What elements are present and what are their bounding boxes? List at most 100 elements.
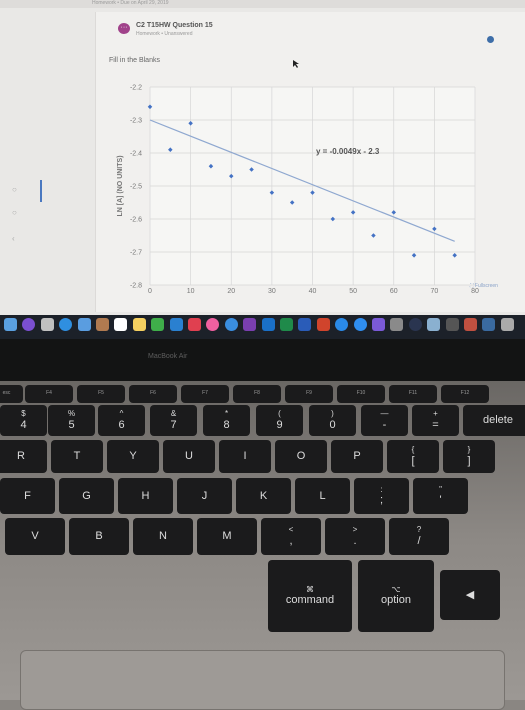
key-9[interactable]: (9 bbox=[256, 405, 303, 436]
calendar-icon[interactable] bbox=[114, 318, 128, 331]
mail-icon[interactable] bbox=[77, 318, 91, 331]
key-y[interactable]: Y bbox=[107, 440, 159, 473]
key-left-arrow[interactable]: ◀ bbox=[440, 570, 500, 620]
trash-icon[interactable] bbox=[500, 318, 514, 331]
key-f12[interactable]: F12 bbox=[441, 385, 489, 403]
contacts-icon[interactable] bbox=[96, 318, 109, 331]
key-6[interactable]: ^ 6 bbox=[98, 405, 145, 436]
key-label: F9 bbox=[306, 390, 312, 397]
numbers-icon[interactable] bbox=[151, 318, 165, 331]
key-label: P bbox=[353, 450, 361, 463]
key-f4[interactable]: F4 bbox=[25, 385, 73, 403]
key-label: G bbox=[82, 489, 91, 502]
trackpad[interactable] bbox=[20, 650, 505, 710]
key-f7[interactable]: F7 bbox=[181, 385, 229, 403]
key-5[interactable]: % 5 bbox=[48, 405, 95, 436]
x-tick-label: 30 bbox=[268, 288, 276, 295]
itunes-icon[interactable] bbox=[206, 318, 220, 331]
key-label: J bbox=[201, 489, 208, 502]
key-f8[interactable]: F8 bbox=[233, 385, 281, 403]
key-label: F5 bbox=[98, 390, 104, 397]
key-4[interactable]: $4 bbox=[0, 405, 47, 436]
key-;[interactable]: :; bbox=[354, 478, 409, 514]
key-t[interactable]: T bbox=[51, 440, 103, 473]
window-icon[interactable] bbox=[464, 318, 477, 331]
key-f11[interactable]: F11 bbox=[389, 385, 437, 403]
key-/[interactable]: ? / bbox=[389, 518, 449, 555]
word-icon[interactable] bbox=[298, 318, 312, 331]
key-f5[interactable]: F5 bbox=[77, 385, 125, 403]
preview-icon[interactable] bbox=[427, 318, 441, 331]
key-label: - bbox=[382, 418, 387, 431]
key-label: [ bbox=[411, 454, 415, 467]
key-l[interactable]: L bbox=[295, 478, 350, 514]
system-preferences-icon[interactable] bbox=[390, 318, 404, 331]
onedrive-icon[interactable] bbox=[224, 318, 238, 331]
launchpad-icon[interactable] bbox=[40, 318, 54, 331]
excel-icon[interactable] bbox=[280, 318, 293, 331]
key-i[interactable]: I bbox=[219, 440, 271, 473]
key-command[interactable]: ⌘ command bbox=[268, 560, 352, 632]
key-7[interactable]: & 7 bbox=[150, 405, 197, 436]
siri-icon[interactable] bbox=[22, 318, 36, 331]
key-0[interactable]: ) 0 bbox=[309, 405, 356, 436]
y-tick-label: -2.3 bbox=[130, 118, 142, 125]
key-g[interactable]: G bbox=[59, 478, 114, 514]
key-k[interactable]: K bbox=[236, 478, 291, 514]
key-label: ( bbox=[278, 409, 281, 419]
window-icon[interactable] bbox=[482, 318, 496, 331]
key-f10[interactable]: F10 bbox=[337, 385, 385, 403]
key-label: 7 bbox=[170, 418, 177, 431]
key-b[interactable]: B bbox=[69, 518, 129, 555]
key-esc[interactable]: esc bbox=[0, 385, 23, 403]
key-.[interactable]: >. bbox=[325, 518, 385, 555]
x-tick-label: 70 bbox=[430, 288, 438, 295]
y-tick-label: -2.6 bbox=[130, 217, 142, 224]
quicktime-icon[interactable] bbox=[408, 318, 422, 331]
window-icon[interactable] bbox=[445, 318, 459, 331]
key-[[interactable]: {[ bbox=[387, 440, 439, 473]
key-label: — bbox=[380, 409, 389, 419]
key-u[interactable]: U bbox=[163, 440, 215, 473]
key-f6[interactable]: F6 bbox=[129, 385, 177, 403]
keynote-icon[interactable] bbox=[169, 318, 183, 331]
news-icon[interactable] bbox=[188, 318, 201, 331]
x-tick-label: 0 bbox=[148, 288, 152, 295]
key-r[interactable]: R bbox=[0, 440, 47, 473]
key-][interactable]: }] bbox=[443, 440, 495, 473]
key-n[interactable]: N bbox=[133, 518, 193, 555]
onenote-icon[interactable] bbox=[243, 318, 257, 331]
key-f[interactable]: F bbox=[0, 478, 55, 514]
key-8[interactable]: * 8 bbox=[203, 405, 250, 436]
finder-icon[interactable] bbox=[4, 318, 17, 331]
key-o[interactable]: O bbox=[275, 440, 327, 473]
notes-icon[interactable] bbox=[132, 318, 146, 331]
key-p[interactable]: P bbox=[331, 440, 383, 473]
fullscreen-button[interactable]: ⛶ Fullscreen bbox=[470, 283, 498, 289]
key-,[interactable]: <, bbox=[261, 518, 321, 555]
key-=[interactable]: + = bbox=[412, 405, 459, 436]
key-f9[interactable]: F9 bbox=[285, 385, 333, 403]
key-m[interactable]: M bbox=[197, 518, 257, 555]
key-label: F11 bbox=[408, 390, 418, 397]
safari-compass-icon[interactable] bbox=[335, 318, 349, 331]
key-label: ^ bbox=[119, 409, 124, 419]
key-'[interactable]: " ' bbox=[413, 478, 468, 514]
key-delete[interactable]: delete bbox=[463, 405, 525, 436]
imovie-icon[interactable] bbox=[372, 318, 385, 331]
key-v[interactable]: V bbox=[5, 518, 65, 555]
key--[interactable]: — - bbox=[361, 405, 408, 436]
key-j[interactable]: J bbox=[177, 478, 232, 514]
key-label: ◀ bbox=[465, 588, 475, 601]
bezel: MacBook Air bbox=[0, 339, 525, 381]
key-label: ⌥ bbox=[391, 584, 401, 594]
key-label: " bbox=[439, 484, 442, 494]
powerpoint-icon[interactable] bbox=[316, 318, 330, 331]
outlook-icon[interactable] bbox=[261, 318, 275, 331]
key-h[interactable]: H bbox=[118, 478, 173, 514]
key-label: & bbox=[170, 409, 177, 419]
app-store-icon[interactable] bbox=[353, 318, 367, 331]
safari-icon[interactable] bbox=[59, 318, 73, 331]
key-option[interactable]: ⌥ option bbox=[358, 560, 434, 632]
key-label: ⌘ bbox=[306, 584, 314, 594]
